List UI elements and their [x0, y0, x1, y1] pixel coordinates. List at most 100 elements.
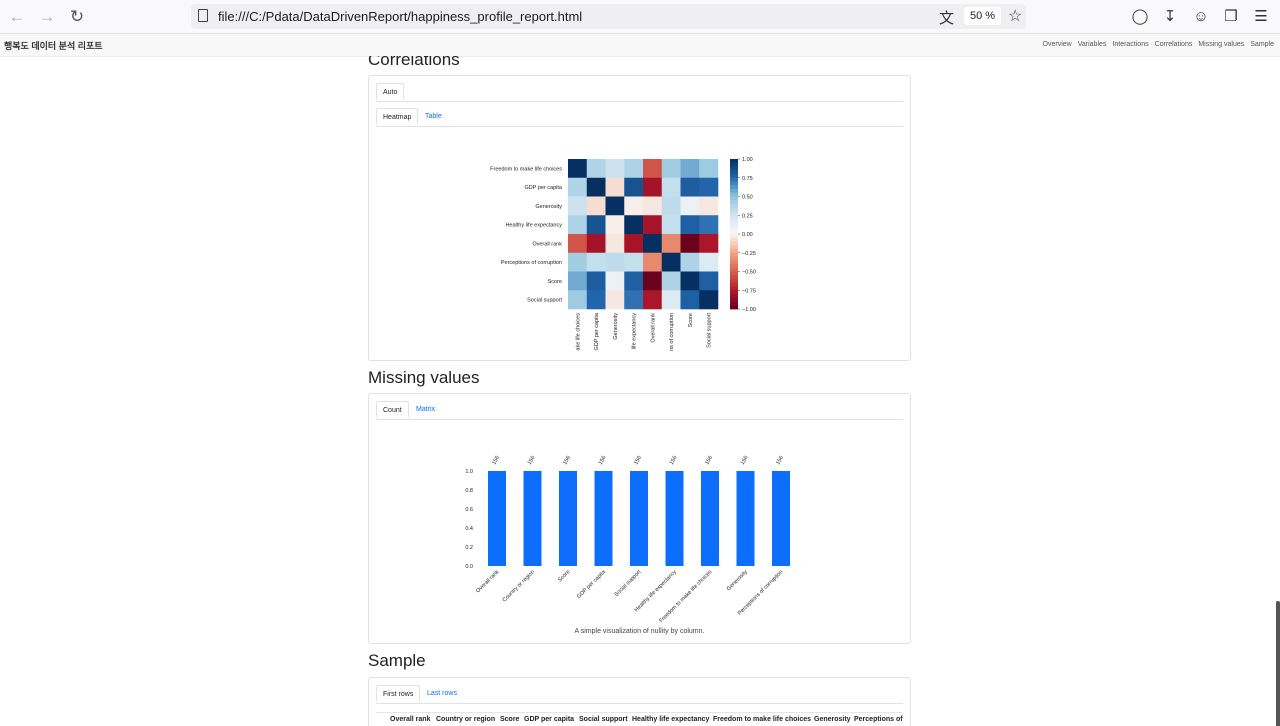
forward-icon[interactable]: → — [37, 7, 57, 27]
translate-icon[interactable]: 文 — [939, 7, 954, 28]
nav-link-variables[interactable]: Variables — [1078, 41, 1107, 48]
reload-icon[interactable]: ↻ — [67, 7, 87, 27]
heatmap-cell — [643, 177, 663, 197]
browser-toolbar: ← → ↻ file:///C:/Pdata/DataDrivenReport/… — [0, 0, 1280, 34]
colorbar-tick-label: −1.00 — [742, 307, 756, 313]
nav-link-missing-values[interactable]: Missing values — [1198, 41, 1244, 48]
bar-count-label: 156 — [491, 455, 501, 466]
bookmark-star-icon[interactable]: ☆ — [1008, 6, 1022, 26]
nav-link-sample[interactable]: Sample — [1250, 41, 1274, 48]
heatmap-cell — [643, 196, 663, 216]
heatmap-cell — [568, 159, 588, 179]
heatmap-cell — [624, 215, 644, 235]
colorbar-tick-label: 0.25 — [742, 213, 753, 219]
column-header: Overall rank — [390, 716, 431, 723]
colorbar-segment — [730, 271, 738, 276]
heatmap-col-label: Generosity — [613, 313, 619, 340]
bar-count-label: 156 — [740, 455, 750, 466]
heatmap-cell — [680, 177, 700, 197]
heatmap-cell — [643, 252, 663, 272]
heatmap-row-label: Overall rank — [532, 241, 562, 247]
heatmap-cell — [643, 159, 663, 179]
bar-count-label: 156 — [598, 455, 608, 466]
heatmap-cell — [680, 290, 700, 310]
tab-heatmap[interactable]: Heatmap — [376, 108, 419, 125]
heatmap-cell — [605, 252, 625, 272]
missing-count-bar — [736, 471, 755, 566]
colorbar-tick-label: −0.75 — [742, 288, 756, 294]
tab-first-rows[interactable]: First rows — [376, 685, 421, 702]
colorbar-tick-label: −0.50 — [742, 270, 756, 276]
address-url[interactable]: file:///C:/Pdata/DataDrivenReport/happin… — [218, 9, 582, 24]
report-brand[interactable]: 행복도 데이터 분석 리포트 — [4, 39, 103, 52]
heatmap-col-label: ake life choices — [575, 313, 581, 351]
heatmap-cell — [661, 196, 681, 216]
pocket-icon[interactable]: ◯ — [1130, 7, 1150, 27]
colorbar-segment — [730, 215, 738, 220]
heatmap-cell — [661, 271, 681, 291]
bar-count-label: 156 — [562, 455, 572, 466]
heatmap-cell — [624, 159, 644, 179]
colorbar-segment — [730, 226, 738, 231]
heatmap-row-label: Score — [548, 279, 562, 285]
correlations-tabs: Heatmap Table — [376, 108, 903, 127]
missing-count-bar — [701, 471, 719, 566]
back-icon[interactable]: ← — [7, 7, 27, 27]
address-bar[interactable]: file:///C:/Pdata/DataDrivenReport/happin… — [191, 4, 1026, 29]
download-icon[interactable]: ↧ — [1160, 7, 1180, 27]
account-icon[interactable]: ☺ — [1191, 7, 1211, 27]
tab-auto[interactable]: Auto — [376, 83, 405, 100]
heatmap-cell — [605, 290, 625, 310]
page-scrollbar[interactable] — [1276, 601, 1280, 726]
heatmap-cell — [624, 196, 644, 216]
colorbar-segment — [730, 237, 738, 242]
tab-count[interactable]: Count — [376, 401, 409, 418]
colorbar-segment — [730, 181, 738, 186]
heatmap-col-label: Score — [688, 313, 694, 327]
sample-tabs: First rows Last rows — [376, 685, 903, 704]
colorbar-segment — [730, 189, 738, 194]
zoom-level[interactable]: 50 % — [964, 7, 1002, 25]
colorbar-segment — [730, 222, 738, 227]
colorbar-segment — [730, 305, 738, 310]
y-tick-label: 0.2 — [465, 545, 473, 551]
heatmap-cell — [643, 215, 663, 235]
bar-count-label: 156 — [633, 455, 643, 466]
nav-link-interactions[interactable]: Interactions — [1112, 41, 1148, 48]
page-icon — [198, 9, 208, 22]
heatmap-cell — [568, 252, 588, 272]
colorbar-segment — [730, 256, 738, 261]
extensions-icon[interactable]: ❐ — [1221, 7, 1241, 27]
heatmap-col-label: GDP per capita — [594, 312, 600, 350]
heatmap-row-label: GDP per capita — [524, 185, 562, 191]
heatmap-cell — [661, 290, 681, 310]
tab-last-rows[interactable]: Last rows — [421, 685, 463, 702]
colorbar-segment — [730, 286, 738, 291]
colorbar-segment — [730, 249, 738, 254]
heatmap-cell — [699, 215, 719, 235]
nav-link-correlations[interactable]: Correlations — [1155, 41, 1193, 48]
heatmap-cell — [586, 177, 606, 197]
y-tick-label: 0.8 — [465, 488, 473, 494]
colorbar-tick-label: 1.00 — [742, 157, 753, 163]
tab-table[interactable]: Table — [419, 108, 448, 125]
heatmap-cell — [699, 177, 719, 197]
heatmap-cell — [568, 196, 588, 216]
heatmap-cell — [624, 290, 644, 310]
colorbar-segment — [730, 192, 738, 197]
heatmap-cell — [680, 196, 700, 216]
colorbar-segment — [730, 207, 738, 212]
heatmap-cell — [661, 252, 681, 272]
missing-values-tabs: Count Matrix — [376, 401, 903, 420]
bar-category-label: Social support — [614, 569, 643, 598]
missing-count-bar — [594, 471, 613, 566]
heatmap-cell — [586, 196, 606, 216]
y-tick-label: 0.6 — [465, 507, 473, 513]
colorbar-segment — [730, 241, 738, 246]
heatmap-cell — [680, 271, 700, 291]
nav-link-overview[interactable]: Overview — [1043, 41, 1072, 48]
heatmap-cell — [568, 271, 588, 291]
menu-icon[interactable]: ☰ — [1251, 7, 1271, 27]
colorbar-segment — [730, 294, 738, 299]
tab-matrix[interactable]: Matrix — [410, 401, 441, 418]
